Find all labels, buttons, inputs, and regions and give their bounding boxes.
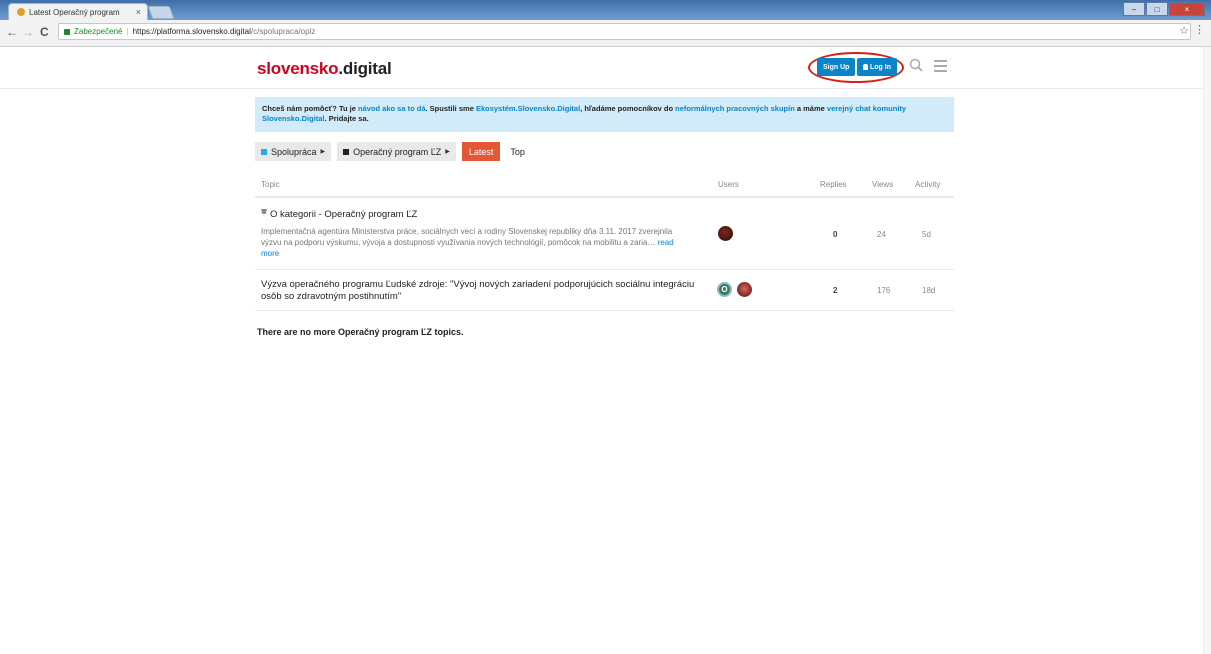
logo-part-1: slovensko xyxy=(257,59,339,78)
log-in-label: Log In xyxy=(870,63,891,71)
page-scrollbar[interactable] xyxy=(1203,47,1211,654)
banner-text-3: , hľadáme pomocníkov do xyxy=(580,104,676,113)
subcategory-color-swatch xyxy=(343,148,350,155)
activity-time[interactable]: 18d xyxy=(922,286,935,295)
banner-link-groups[interactable]: neformálnych pracovných skupín xyxy=(675,104,795,113)
browser-toolbar: ← → C Zabezpečené | https://platforma.sl… xyxy=(0,20,1211,47)
tab-title: Latest Operačný program xyxy=(29,7,120,17)
url-path: /c/spolupraca/oplz xyxy=(250,27,316,36)
subcategory-dropdown[interactable]: Operačný program ĽZ ▶ xyxy=(337,142,456,161)
tab-close-icon[interactable]: × xyxy=(136,7,141,17)
lock-icon xyxy=(64,28,70,35)
category-label: Spolupráca xyxy=(271,146,317,157)
search-icon[interactable] xyxy=(909,58,923,72)
tab-latest[interactable]: Latest xyxy=(461,142,501,161)
replies-count: 0 xyxy=(833,230,838,239)
tab-latest-label: Latest xyxy=(468,146,494,157)
forward-button[interactable]: → xyxy=(22,25,34,39)
topic-list-header: Topic Users Replies Views Activity xyxy=(255,180,954,198)
url-host: https://platforma.slovensko.digital xyxy=(132,27,251,36)
tab-top[interactable]: Top xyxy=(506,147,529,157)
pin-icon xyxy=(261,209,267,217)
banner-text-1: Chceš nám pomôcť? Tu je xyxy=(262,104,358,113)
category-filters: Spolupráca ▶ Operačný program ĽZ ▶ Lates… xyxy=(255,142,529,161)
excerpt-text: Implementačná agentúra Ministerstva prác… xyxy=(261,227,673,247)
window-titlebar: Latest Operačný program × – □ × xyxy=(0,0,1211,20)
bookmark-star-icon[interactable]: ☆ xyxy=(1179,24,1189,37)
back-button[interactable]: ← xyxy=(6,25,18,39)
site-logo[interactable]: slovensko.digital xyxy=(257,59,392,79)
browser-menu-icon[interactable]: ⋮ xyxy=(1194,23,1205,36)
table-row: Výzva operačného programu Ľudské zdroje:… xyxy=(255,271,954,311)
header-activity[interactable]: Activity xyxy=(915,180,940,189)
header-replies[interactable]: Replies xyxy=(820,180,847,189)
new-tab-button[interactable] xyxy=(147,6,175,19)
url-separator: | xyxy=(126,27,129,36)
sign-up-label: Sign Up xyxy=(823,63,850,71)
announcement-banner: Chceš nám pomôcť? Tu je návod ako sa to … xyxy=(255,97,954,132)
activity-time[interactable]: 5d xyxy=(922,230,931,239)
sign-up-button[interactable]: Sign Up xyxy=(817,58,856,76)
window-close-button[interactable]: × xyxy=(1169,2,1205,16)
user-icon xyxy=(863,64,868,70)
favicon-icon xyxy=(17,8,25,16)
subcategory-label: Operačný program ĽZ xyxy=(353,146,442,157)
banner-text-2: . Spustili sme xyxy=(425,104,476,113)
reload-button[interactable]: C xyxy=(40,25,49,39)
address-bar[interactable]: Zabezpečené | https://platforma.slovensk… xyxy=(58,23,1191,40)
browser-tab[interactable]: Latest Operačný program × xyxy=(8,3,148,20)
banner-text-5: . Pridajte sa. xyxy=(324,114,369,123)
log-in-button[interactable]: Log In xyxy=(857,58,897,76)
logo-part-2: .digital xyxy=(338,59,392,78)
replies-count: 2 xyxy=(833,286,838,295)
banner-link-guide[interactable]: návod ako sa to dá xyxy=(358,104,426,113)
topic-link[interactable]: Výzva operačného programu Ľudské zdroje:… xyxy=(261,279,701,303)
topic-title: O kategorii - Operačný program ĽZ xyxy=(270,209,418,220)
window-controls: – □ × xyxy=(1123,2,1205,16)
avatar[interactable]: O xyxy=(717,282,732,297)
minimize-button[interactable]: – xyxy=(1123,2,1145,16)
secure-label: Zabezpečené xyxy=(74,27,123,36)
hamburger-menu-icon[interactable] xyxy=(934,60,947,72)
topic-excerpt: Implementačná agentúra Ministerstva prác… xyxy=(261,226,681,259)
views-count: 24 xyxy=(877,230,886,239)
caret-right-icon: ▶ xyxy=(320,149,326,155)
site-header: slovensko.digital Sign Up Log In xyxy=(0,47,1203,89)
header-users: Users xyxy=(718,180,739,189)
avatar[interactable] xyxy=(737,282,752,297)
category-color-swatch xyxy=(261,148,267,155)
caret-right-icon: ▶ xyxy=(445,149,450,155)
no-more-topics-message: There are no more Operačný program ĽZ to… xyxy=(257,327,464,337)
category-dropdown[interactable]: Spolupráca ▶ xyxy=(255,142,332,161)
banner-link-ecosystem[interactable]: Ekosystém.Slovensko.Digital xyxy=(476,104,580,113)
views-count: 176 xyxy=(877,286,891,295)
header-views[interactable]: Views xyxy=(872,180,893,189)
table-row: O kategorii - Operačný program ĽZ Implem… xyxy=(255,200,954,270)
header-topic[interactable]: Topic xyxy=(261,180,280,189)
maximize-button[interactable]: □ xyxy=(1146,2,1168,16)
avatar[interactable] xyxy=(718,226,733,241)
topic-link[interactable]: O kategorii - Operačný program ĽZ xyxy=(261,209,701,221)
banner-text-4: a máme xyxy=(794,104,827,113)
